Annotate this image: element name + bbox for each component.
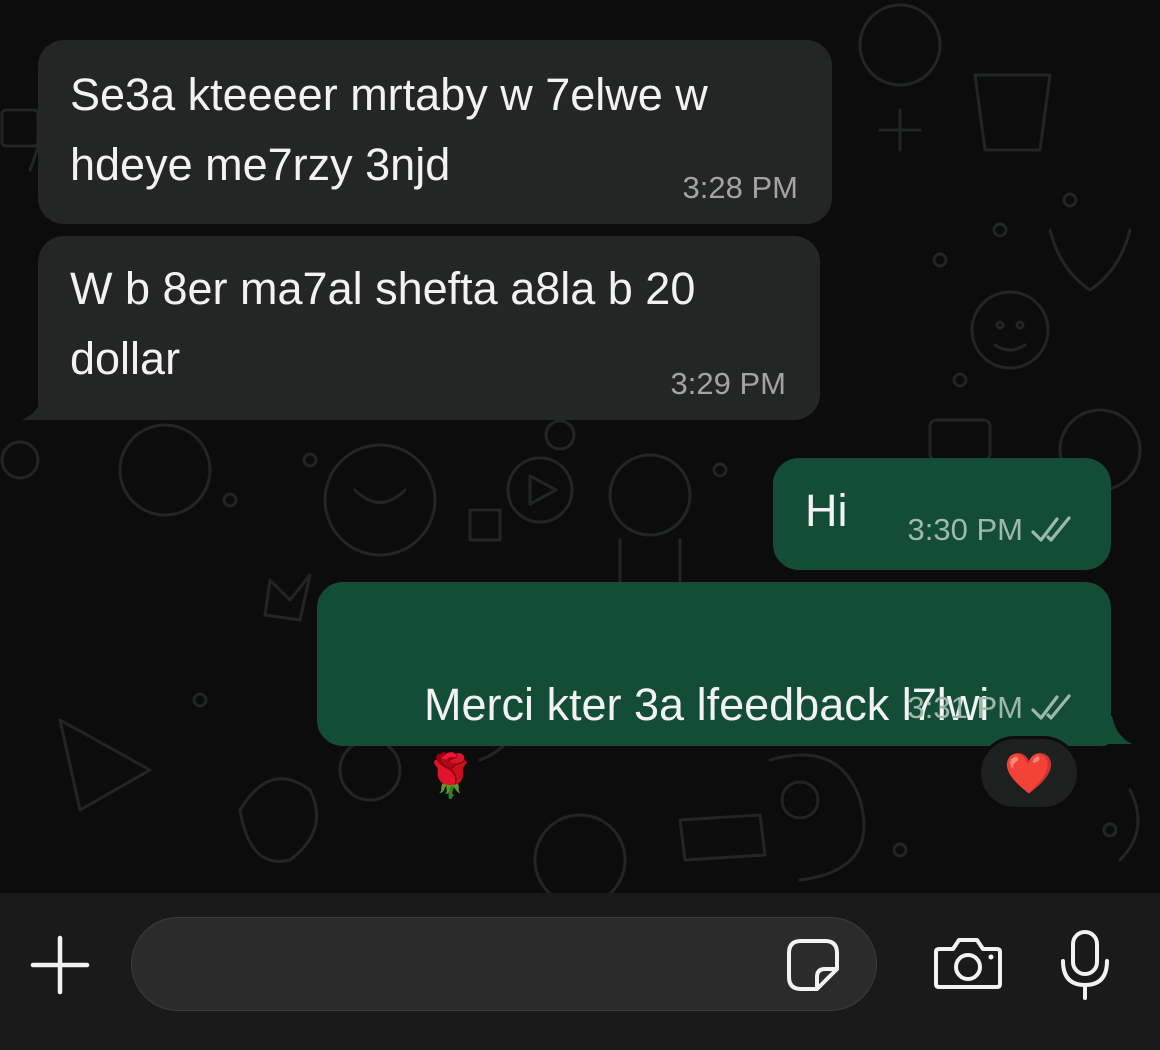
message-time: 3:28 PM xyxy=(682,170,798,205)
bubble-tail xyxy=(1098,716,1132,744)
message-input[interactable] xyxy=(162,918,786,1012)
message-input-container xyxy=(131,917,877,1012)
chat-area: Se3a kteeeer mrtaby w 7elwe w hdeye me7r… xyxy=(0,0,1160,893)
voice-message-button[interactable] xyxy=(1055,927,1115,1003)
message-time: 3:29 PM xyxy=(670,366,786,401)
microphone-icon xyxy=(1061,930,1109,1000)
outgoing-message[interactable]: Merci kter 3a lfeedback l7lwi 🌹 3:31 PM xyxy=(317,582,1111,799)
heart-reaction: ❤️ xyxy=(1004,751,1054,796)
double-check-icon xyxy=(1031,694,1071,720)
outgoing-message[interactable]: Hi 3:30 PM xyxy=(773,458,1111,570)
sticker-button[interactable] xyxy=(782,935,844,995)
message-text: Merci kter 3a lfeedback l7lwi 🌹 xyxy=(349,600,1089,881)
incoming-message[interactable]: Se3a kteeeer mrtaby w 7elwe w hdeye me7r… xyxy=(38,40,832,224)
message-time: 3:30 PM xyxy=(907,512,1023,547)
message-text: Hi xyxy=(805,485,848,536)
sticker-icon xyxy=(787,939,839,991)
message-text-body: Merci kter 3a lfeedback l7lwi xyxy=(424,679,990,730)
reaction-badge[interactable]: ❤️ xyxy=(978,736,1080,810)
bubble-tail xyxy=(22,392,60,420)
message-meta: 3:29 PM xyxy=(671,366,786,402)
camera-button[interactable] xyxy=(930,931,1006,995)
camera-icon xyxy=(934,938,1002,989)
rose-emoji: 🌹 xyxy=(424,752,477,799)
message-time: 3:31 PM xyxy=(907,690,1023,725)
double-check-icon xyxy=(1031,516,1071,542)
message-composer xyxy=(0,893,1160,1050)
plus-icon xyxy=(30,935,90,995)
message-meta: 3:31 PM xyxy=(908,690,1077,726)
attach-button[interactable] xyxy=(26,931,94,999)
message-meta: 3:30 PM xyxy=(908,512,1077,548)
message-meta: 3:28 PM xyxy=(683,170,798,206)
incoming-message[interactable]: W b 8er ma7al shefta a8la b 20 dollar 3:… xyxy=(38,236,820,420)
